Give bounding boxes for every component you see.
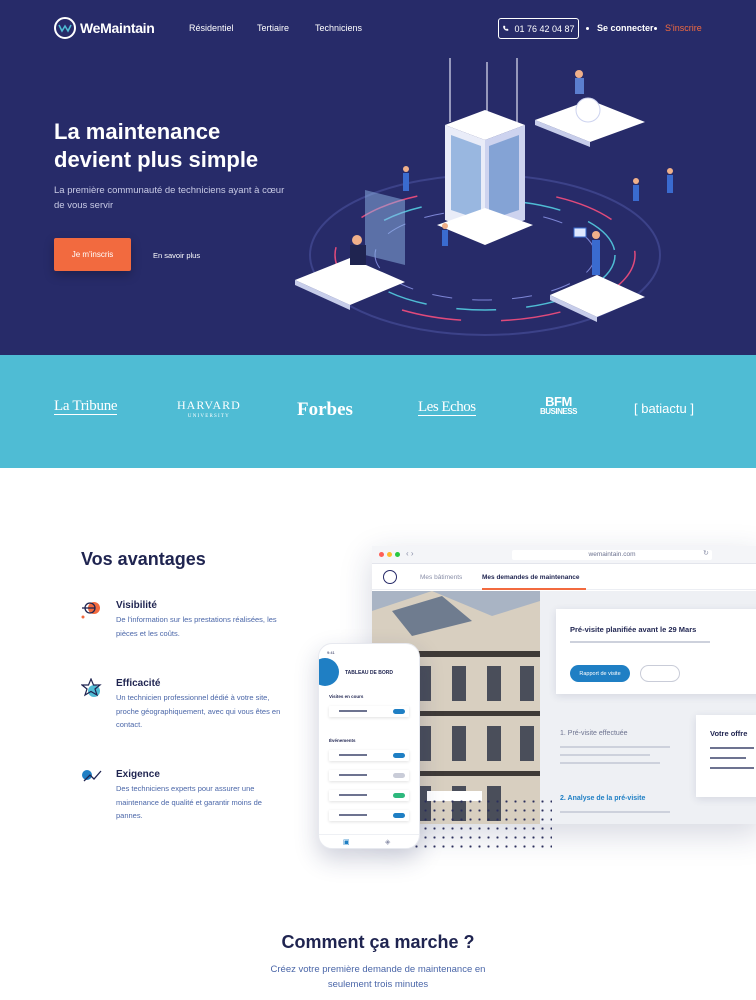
login-link[interactable]: Se connecter bbox=[597, 23, 654, 33]
window-maximize-dot bbox=[395, 552, 400, 557]
batiactu-logo: [ batiactu ] bbox=[634, 401, 694, 416]
forbes-logo: Forbes bbox=[297, 399, 353, 420]
how-it-works-subtitle: Créez votre première demande de maintena… bbox=[270, 964, 486, 990]
harvard-logo-subtext: UNIVERSITY bbox=[187, 414, 230, 419]
back-forward-icon: ‹ › bbox=[406, 549, 414, 558]
bfm-business-logo: BFM BUSINESS bbox=[540, 395, 577, 416]
app-header: Mes bâtiments Mes demandes de maintenanc… bbox=[372, 564, 756, 590]
phone-mockup: 9:41 TABLEAU DE BORD Visites en cours Év… bbox=[318, 643, 420, 849]
tag-icon: ◈ bbox=[385, 839, 391, 846]
list-item bbox=[329, 706, 409, 717]
hero-subtitle: La première communauté de techniciens ay… bbox=[54, 185, 285, 211]
tab-mes-demandes: Mes demandes de maintenance bbox=[482, 574, 580, 581]
list-item bbox=[329, 770, 409, 781]
calendar-icon: ▣ bbox=[343, 839, 350, 846]
how-it-works-title: Comment ça marche ? bbox=[281, 932, 475, 952]
phone-bottom-nav: ▣ ◈ bbox=[319, 834, 419, 848]
previsit-card: Pré-visite planifiée avant le 29 Mars Ra… bbox=[556, 609, 756, 694]
visit-report-button[interactable]: Rapport de visite bbox=[570, 665, 630, 682]
window-close-dot bbox=[379, 552, 384, 557]
text-placeholder-line bbox=[570, 641, 710, 643]
advantage-description: Des techniciens experts pour assurer une… bbox=[116, 784, 262, 820]
list-item bbox=[329, 790, 409, 801]
nav-separator bbox=[654, 27, 657, 30]
learn-more-link[interactable]: En savoir plus bbox=[153, 251, 200, 260]
nav-link-techniciens[interactable]: Techniciens bbox=[315, 23, 362, 33]
signup-link[interactable]: S'inscrire bbox=[665, 23, 702, 33]
nav-link-residentiel[interactable]: Résidentiel bbox=[189, 23, 234, 33]
phone-status-time: 9:41 bbox=[327, 650, 335, 655]
phone-dashboard-title: TABLEAU DE BORD bbox=[345, 670, 393, 676]
advantages-title: Vos avantages bbox=[81, 549, 206, 569]
hero-section: WeMaintain Résidentiel Tertiaire Technic… bbox=[0, 0, 756, 355]
active-tab-indicator bbox=[482, 588, 586, 590]
logo-icon bbox=[54, 17, 76, 39]
previsit-title: Pré-visite planifiée avant le 29 Mars bbox=[570, 625, 697, 634]
phone-button[interactable]: 01 76 42 04 87 bbox=[498, 18, 579, 39]
reload-icon: ↻ bbox=[703, 550, 709, 557]
signup-cta-button[interactable]: Je m'inscris bbox=[54, 238, 131, 271]
advantage-name: Efficacité bbox=[116, 678, 161, 689]
press-band: La Tribune HARVARD UNIVERSITY Forbes Les… bbox=[0, 355, 756, 468]
phone-section-events: Événements bbox=[329, 738, 356, 743]
phone-section-visits: Visites en cours bbox=[329, 694, 364, 699]
star-icon bbox=[81, 678, 102, 697]
dot-pattern-decoration bbox=[412, 797, 552, 849]
advantage-description: Un technicien professionnel dédié à votr… bbox=[116, 693, 281, 729]
phone-number: 01 76 42 04 87 bbox=[514, 23, 575, 34]
address-bar: wemaintain.com bbox=[512, 550, 712, 560]
text-placeholder-line bbox=[710, 747, 754, 749]
la-tribune-logo: La Tribune bbox=[54, 398, 118, 415]
offer-card: Votre offre bbox=[696, 715, 756, 797]
text-placeholder-line bbox=[560, 762, 660, 764]
les-echos-logo: Les Echos bbox=[418, 399, 476, 416]
app-logo-icon bbox=[383, 570, 397, 584]
phone-icon bbox=[503, 25, 509, 31]
phone-menu-icon bbox=[319, 658, 339, 686]
target-icon bbox=[81, 602, 100, 619]
step-previsit-done: 1. Pré-visite effectuée bbox=[560, 730, 628, 737]
advantage-name: Visibilité bbox=[116, 600, 157, 611]
text-placeholder-line bbox=[560, 754, 650, 756]
browser-toolbar: ‹ › wemaintain.com ↻ bbox=[372, 546, 756, 564]
nav-link-tertiaire[interactable]: Tertiaire bbox=[257, 23, 289, 33]
advantage-name: Exigence bbox=[116, 769, 160, 780]
nav-separator bbox=[586, 27, 589, 30]
harvard-logo-text: HARVARD bbox=[177, 398, 241, 412]
text-placeholder-line bbox=[560, 746, 670, 748]
text-placeholder-line bbox=[560, 811, 670, 813]
advantage-description: De l'information sur les prestations réa… bbox=[116, 615, 277, 638]
bfm-logo-subtext: BUSINESS bbox=[540, 407, 577, 416]
harvard-logo: HARVARD UNIVERSITY bbox=[177, 398, 241, 422]
text-placeholder-line bbox=[710, 767, 754, 769]
maintenance-panel: Pré-visite planifiée avant le 29 Mars Ra… bbox=[540, 591, 756, 824]
check-icon bbox=[82, 770, 102, 782]
window-minimize-dot bbox=[387, 552, 392, 557]
browser-mockup: ‹ › wemaintain.com ↻ Mes bâtiments Mes d… bbox=[372, 546, 756, 824]
brand-name: WeMaintain bbox=[80, 20, 155, 36]
list-item bbox=[329, 750, 409, 761]
brand-logo[interactable]: WeMaintain bbox=[54, 17, 155, 39]
secondary-button[interactable] bbox=[640, 665, 680, 682]
list-item bbox=[329, 810, 409, 821]
step-previsit-analysis: 2. Analyse de la pré-visite bbox=[560, 795, 646, 802]
hero-illustration bbox=[295, 58, 673, 336]
text-placeholder-line bbox=[710, 757, 746, 759]
tab-mes-batiments: Mes bâtiments bbox=[420, 574, 463, 581]
offer-title: Votre offre bbox=[710, 729, 748, 738]
